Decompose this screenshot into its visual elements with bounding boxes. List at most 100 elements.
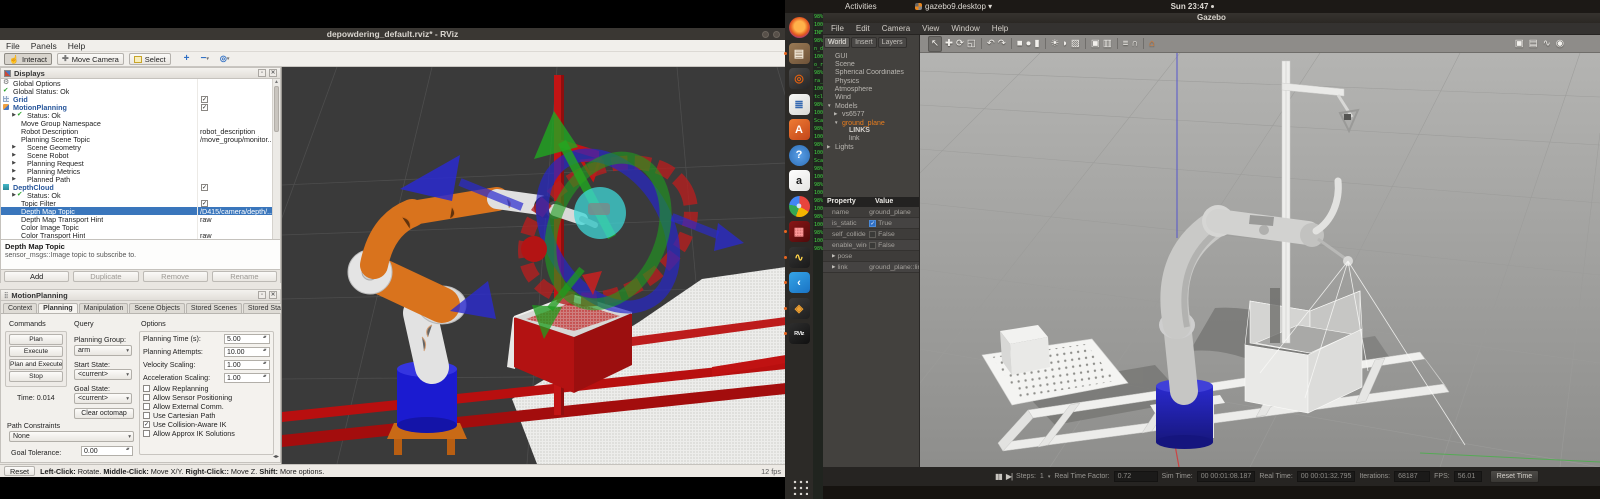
path-constraints-select[interactable]: None	[9, 431, 134, 442]
property-row[interactable]: ▶self_collide False	[823, 229, 919, 240]
dock-item[interactable]	[788, 17, 810, 38]
step-icon[interactable]: ▶|	[1006, 472, 1013, 481]
directional-light-icon[interactable]: ▨	[1071, 37, 1080, 51]
option-checkbox[interactable]	[143, 421, 150, 428]
dock-vscode-icon[interactable]: ‹	[788, 272, 810, 293]
zoom-in-icon[interactable]: +	[184, 53, 190, 65]
window-button-icon[interactable]	[762, 30, 769, 38]
command-button[interactable]: Plan	[9, 333, 63, 345]
displays-scrollbar[interactable]: ▲	[272, 79, 280, 239]
dock-item[interactable]: ◎	[788, 68, 810, 89]
dock-item[interactable]: ▤	[784, 42, 810, 64]
dock-signal-scope-icon[interactable]: ∿	[788, 246, 810, 268]
dock-ubuntu-software-icon[interactable]: A	[788, 119, 810, 140]
align-icon[interactable]: ≡	[1123, 37, 1129, 51]
select-tool-button[interactable]: Select	[128, 53, 171, 65]
start-state-select[interactable]: <current>	[74, 369, 132, 380]
dock-firefox-icon[interactable]	[788, 17, 810, 38]
world-tree-row[interactable]: GUI	[823, 53, 919, 61]
copy-icon[interactable]: ▣	[1091, 37, 1100, 51]
app-indicator[interactable]: gazebo9.desktop ▾	[915, 0, 992, 13]
dock-files-icon[interactable]: ▤	[788, 42, 810, 64]
insert-sphere-icon[interactable]: ●	[1026, 37, 1032, 51]
property-checkbox[interactable]	[869, 241, 877, 249]
world-tree-row[interactable]: ▼ Models	[823, 102, 919, 110]
video-record-icon[interactable]: ◉	[1556, 37, 1564, 51]
spinbox[interactable]: 1.00	[224, 372, 270, 383]
gazebo-menu-item[interactable]: Edit	[856, 24, 870, 33]
world-tree-row[interactable]: Physics	[823, 78, 919, 86]
toolbar-separator[interactable]	[1116, 38, 1118, 49]
dock-gazebo-icon[interactable]: ◈	[788, 297, 810, 319]
world-tree-row[interactable]: link	[823, 135, 919, 143]
show-applications-icon[interactable]	[790, 478, 808, 495]
property-row[interactable]: ▶enable_wind False	[823, 240, 919, 251]
scale-tool-icon[interactable]: ◱	[967, 37, 976, 51]
world-tree-row[interactable]: Wind	[823, 94, 919, 102]
displays-button[interactable]: Add	[4, 271, 70, 282]
world-tree-row[interactable]: ▶ Lights	[823, 143, 919, 151]
enable-checkbox[interactable]: ✓	[201, 95, 208, 103]
mp-tab[interactable]: Planning	[38, 303, 78, 313]
displays-panel-header[interactable]: Displays ▫ ✕	[1, 68, 280, 79]
gazebo-titlebar[interactable]: Gazebo	[823, 13, 1600, 23]
spinbox[interactable]: 5.00	[224, 333, 270, 344]
gazebo-3d-viewport[interactable]	[920, 53, 1600, 467]
rotate-tool-icon[interactable]: ⟳	[956, 37, 964, 51]
world-tree-row[interactable]: Scene	[823, 61, 919, 69]
reset-time-button[interactable]: Reset Time	[1489, 470, 1540, 483]
command-button[interactable]: Execute	[9, 346, 63, 357]
property-row[interactable]: ▶name ground_plane	[823, 207, 919, 218]
planning-group-select[interactable]: arm	[74, 345, 132, 356]
data-logger-icon[interactable]: ▤	[1529, 37, 1538, 51]
world-tree-row[interactable]: Spherical Coordinates	[823, 69, 919, 77]
goal-tolerance-spin[interactable]: 0.00	[81, 446, 133, 456]
focus-camera-icon[interactable]: ◎▾	[220, 53, 230, 65]
paste-icon[interactable]: ▥	[1103, 37, 1112, 51]
option-checkbox[interactable]	[143, 430, 150, 437]
spot-light-icon[interactable]: ◗	[1062, 37, 1068, 51]
activities-button[interactable]: Activities	[845, 0, 877, 13]
goal-state-select[interactable]: <current>	[74, 393, 132, 404]
rviz-menu-item[interactable]: Panels	[31, 41, 57, 51]
dock-help-icon[interactable]: ?	[788, 144, 810, 166]
window-close-icon[interactable]	[773, 30, 780, 38]
dock-item[interactable]: ▦	[784, 221, 810, 242]
display-tree-row[interactable]: ▶ Global Status: Ok ✓	[1, 87, 274, 96]
dock-item[interactable]: ∿	[784, 246, 810, 268]
toolbar-separator[interactable]	[1143, 38, 1145, 49]
mp-tab[interactable]: Stored Scenes	[185, 303, 242, 313]
mp-tab[interactable]: Scene Objects	[129, 303, 185, 313]
insert-box-icon[interactable]: ■	[1017, 37, 1023, 51]
option-checkbox[interactable]	[143, 403, 150, 410]
panel-float-icon[interactable]: ▫	[258, 291, 266, 299]
property-row[interactable]: ▶ link ground_plane::lin	[823, 262, 919, 273]
enable-checkbox[interactable]: ✓	[201, 103, 208, 111]
clock[interactable]: Sun 23:47	[785, 0, 1600, 13]
dock-rviz-icon[interactable]: RViz	[788, 323, 810, 344]
steps-dropdown-icon[interactable]: ▾	[1048, 474, 1051, 480]
toolbar-separator[interactable]	[1084, 38, 1086, 49]
dock-item[interactable]: A	[788, 119, 810, 140]
dock-amazon-icon[interactable]: a	[788, 170, 810, 191]
spinbox[interactable]: 1.00	[224, 359, 270, 370]
interact-tool-button[interactable]: ☝ Interact	[4, 53, 52, 65]
rviz-menu-item[interactable]: Help	[68, 41, 85, 51]
gazebo-panel-tab[interactable]: Insert	[851, 37, 877, 48]
reset-button[interactable]: Reset	[4, 466, 36, 476]
panel-float-icon[interactable]: ▫	[258, 69, 266, 77]
gazebo-panel-tab[interactable]: World	[824, 37, 851, 48]
dock-chrome-icon[interactable]: ●	[788, 195, 810, 217]
screenshot-icon[interactable]: ▣	[1515, 37, 1524, 51]
world-tree-row[interactable]: LINKS	[823, 127, 919, 135]
spinbox[interactable]: 10.00	[224, 346, 270, 357]
translate-tool-icon[interactable]: ✚	[945, 37, 953, 51]
zoom-out-icon[interactable]: −▾	[201, 53, 209, 65]
enable-checkbox[interactable]: ✓	[201, 199, 208, 207]
steps-value[interactable]: 1	[1040, 473, 1044, 480]
option-checkbox[interactable]	[143, 394, 150, 401]
insert-cylinder-icon[interactable]: ▮	[1034, 37, 1039, 51]
point-light-icon[interactable]: ☀	[1051, 37, 1060, 51]
rviz-titlebar[interactable]: depowdering_default.rviz* - RViz	[0, 28, 785, 40]
dock-item[interactable]: ?	[788, 144, 810, 166]
